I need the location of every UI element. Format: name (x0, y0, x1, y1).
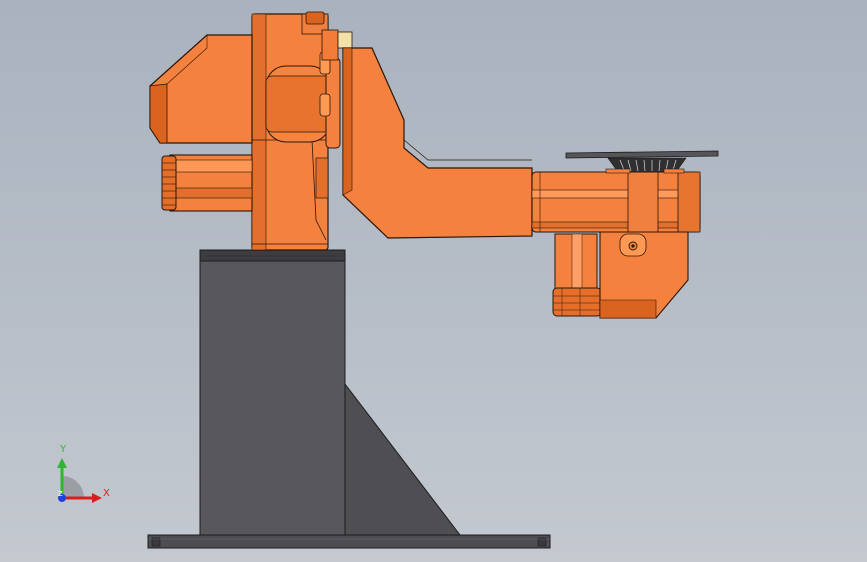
upper-arm-link[interactable] (342, 47, 533, 239)
cad-3d-viewport[interactable]: Y X Z (0, 0, 867, 562)
wrist-motor[interactable] (552, 233, 602, 317)
lower-axis-motor[interactable] (161, 154, 253, 212)
forearm-housing[interactable] (531, 171, 701, 233)
coordinate-triad (57, 458, 102, 503)
z-axis-label: Z (58, 490, 63, 498)
robot-assembly-model[interactable] (0, 0, 867, 562)
pedestal-column[interactable] (199, 249, 462, 536)
x-axis-label: X (103, 488, 110, 499)
rear-motor-housing[interactable] (149, 34, 253, 144)
end-effector-flange[interactable] (565, 150, 719, 174)
y-axis-label: Y (60, 444, 67, 455)
base-plate[interactable] (147, 534, 551, 549)
wrist-joint-housing[interactable] (599, 231, 689, 319)
